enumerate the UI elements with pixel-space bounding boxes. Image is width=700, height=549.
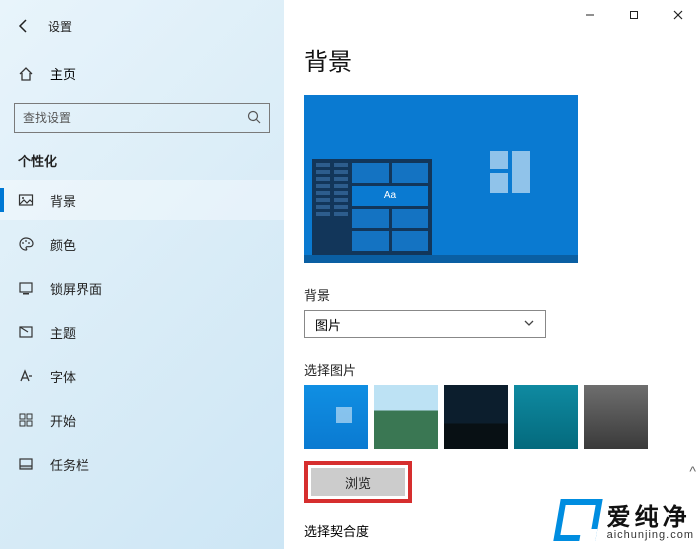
thumbnail-2[interactable]	[374, 385, 438, 449]
window-title: 设置	[48, 18, 72, 35]
taskbar-icon	[18, 456, 36, 472]
sidebar-item-background[interactable]: 背景	[0, 180, 284, 220]
sidebar-section: 个性化	[0, 151, 284, 180]
close-button[interactable]	[656, 0, 700, 30]
sidebar-titlebar: 设置	[0, 10, 284, 42]
sidebar-item-label: 锁屏界面	[50, 279, 102, 298]
choose-image-label: 选择图片	[304, 360, 700, 379]
background-type-dropdown[interactable]: 图片	[304, 310, 546, 338]
sidebar-item-taskbar[interactable]: 任务栏	[0, 444, 284, 484]
main-content: 背景 Aa 背景 图片 选择图片	[284, 0, 700, 549]
back-button[interactable]	[12, 14, 36, 38]
page-title: 背景	[304, 42, 700, 77]
preview-taskbar	[304, 255, 578, 263]
sidebar-item-colors[interactable]: 颜色	[0, 224, 284, 264]
browse-highlight: 浏览	[304, 461, 412, 503]
thumbnail-5[interactable]	[584, 385, 648, 449]
sidebar-nav: 背景 颜色 锁屏界面 主题	[0, 180, 284, 488]
preview-start-menu: Aa	[312, 159, 432, 255]
fit-label: 选择契合度	[304, 521, 700, 540]
sidebar-home-label: 主页	[50, 64, 76, 83]
home-icon	[18, 66, 36, 82]
thumbnail-3[interactable]	[444, 385, 508, 449]
font-icon	[18, 368, 36, 384]
sidebar-item-start[interactable]: 开始	[0, 400, 284, 440]
search-input[interactable]	[14, 103, 270, 133]
sidebar-item-label: 主题	[50, 323, 76, 342]
sidebar-item-fonts[interactable]: 字体	[0, 356, 284, 396]
sidebar-item-themes[interactable]: 主题	[0, 312, 284, 352]
thumbnail-4[interactable]	[514, 385, 578, 449]
theme-icon	[18, 324, 36, 340]
windows-logo-icon	[490, 151, 532, 193]
start-icon	[18, 412, 36, 428]
image-thumbnails	[304, 385, 700, 449]
sidebar-item-label: 背景	[50, 191, 76, 210]
sidebar-item-label: 字体	[50, 367, 76, 386]
chevron-down-icon	[523, 317, 535, 332]
minimize-button[interactable]	[568, 0, 612, 30]
dropdown-value: 图片	[315, 315, 341, 334]
preview-aa-tile: Aa	[352, 186, 428, 206]
sidebar: 设置 主页 个性化 背景	[0, 0, 284, 549]
thumbnail-1[interactable]	[304, 385, 368, 449]
sidebar-item-label: 任务栏	[50, 455, 89, 474]
sidebar-home[interactable]: 主页	[0, 54, 284, 93]
search-icon	[246, 109, 262, 128]
background-label: 背景	[304, 285, 700, 304]
sidebar-item-lockscreen[interactable]: 锁屏界面	[0, 268, 284, 308]
browse-button[interactable]: 浏览	[311, 468, 405, 496]
sidebar-item-label: 开始	[50, 411, 76, 430]
maximize-button[interactable]	[612, 0, 656, 30]
search-wrap	[14, 103, 270, 133]
sidebar-item-label: 颜色	[50, 235, 76, 254]
lockscreen-icon	[18, 280, 36, 296]
scroll-indicator: ^	[689, 463, 696, 479]
window-controls	[568, 0, 700, 30]
image-icon	[18, 192, 36, 208]
desktop-preview: Aa	[304, 95, 578, 263]
palette-icon	[18, 236, 36, 252]
